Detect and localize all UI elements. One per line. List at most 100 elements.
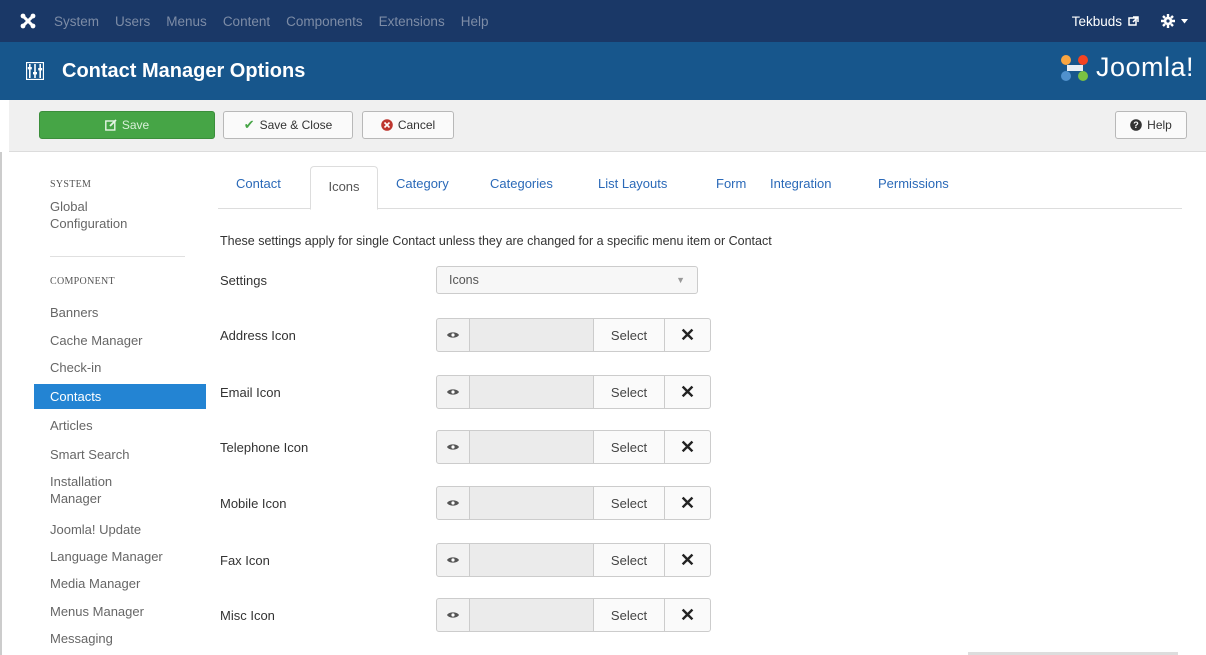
external-link-icon bbox=[1128, 15, 1139, 26]
eye-icon[interactable] bbox=[436, 598, 470, 632]
user-menu-toggle[interactable] bbox=[1161, 14, 1188, 28]
sidebar-item-joomla-update[interactable]: Joomla! Update bbox=[50, 521, 141, 538]
address-icon-clear-button[interactable]: ✕ bbox=[664, 318, 711, 352]
menu-content[interactable]: Content bbox=[215, 14, 278, 29]
joomla-logo-icon[interactable] bbox=[10, 0, 46, 42]
address-icon-label: Address Icon bbox=[220, 328, 296, 343]
tab-icons[interactable]: Icons bbox=[310, 166, 378, 210]
fax-icon-input[interactable] bbox=[469, 543, 594, 577]
sidebar: SYSTEM Global Configuration COMPONENT Ba… bbox=[0, 152, 206, 655]
sidebar-item-cache-manager[interactable]: Cache Manager bbox=[50, 332, 143, 349]
sidebar-item-articles[interactable]: Articles bbox=[50, 417, 93, 434]
sidebar-item-banners[interactable]: Banners bbox=[50, 304, 98, 321]
fax-icon-clear-button[interactable]: ✕ bbox=[664, 543, 711, 577]
misc-icon-label: Misc Icon bbox=[220, 608, 275, 623]
email-icon-select-button[interactable]: Select bbox=[593, 375, 665, 409]
eye-icon[interactable] bbox=[436, 486, 470, 520]
sidebar-item-check-in[interactable]: Check-in bbox=[50, 359, 101, 376]
settings-select[interactable]: Icons ▼ bbox=[436, 266, 698, 294]
tab-description: These settings apply for single Contact … bbox=[220, 234, 772, 248]
help-label: Help bbox=[1147, 118, 1172, 132]
eye-icon[interactable] bbox=[436, 430, 470, 464]
mobile-icon-label: Mobile Icon bbox=[220, 496, 287, 511]
chevron-down-icon: ▼ bbox=[676, 275, 685, 285]
tab-permissions[interactable]: Permissions bbox=[878, 176, 949, 191]
site-link[interactable]: Tekbuds bbox=[1072, 14, 1139, 29]
address-icon-field: Select ✕ bbox=[436, 318, 711, 352]
options-tabs: Contact Icons Category Categories List L… bbox=[218, 166, 1182, 210]
menu-components[interactable]: Components bbox=[278, 14, 371, 29]
help-button[interactable]: ? Help bbox=[1115, 111, 1187, 139]
gear-icon bbox=[1161, 14, 1175, 28]
toolbar: Save ✔ Save & Close Cancel ? Help bbox=[9, 100, 1206, 152]
equalizer-icon bbox=[26, 61, 48, 81]
sidebar-heading-component: COMPONENT bbox=[50, 276, 115, 287]
telephone-icon-field: Select ✕ bbox=[436, 430, 711, 464]
email-icon-input[interactable] bbox=[469, 375, 594, 409]
cancel-button[interactable]: Cancel bbox=[362, 111, 454, 139]
sidebar-item-label: Configuration bbox=[50, 216, 128, 231]
joomla-brand-icon bbox=[1060, 54, 1088, 81]
top-navbar: System Users Menus Content Components Ex… bbox=[0, 0, 1206, 42]
fax-icon-select-button[interactable]: Select bbox=[593, 543, 665, 577]
misc-icon-select-button[interactable]: Select bbox=[593, 598, 665, 632]
svg-text:?: ? bbox=[1133, 120, 1139, 130]
eye-icon[interactable] bbox=[436, 318, 470, 352]
eye-icon[interactable] bbox=[436, 375, 470, 409]
fax-icon-field: Select ✕ bbox=[436, 543, 711, 577]
site-name: Tekbuds bbox=[1071, 13, 1122, 29]
sidebar-item-contacts[interactable]: Contacts bbox=[34, 384, 206, 409]
eye-icon[interactable] bbox=[436, 543, 470, 577]
menu-extensions[interactable]: Extensions bbox=[371, 14, 453, 29]
misc-icon-field: Select ✕ bbox=[436, 598, 711, 632]
sidebar-divider bbox=[50, 256, 185, 257]
email-icon-clear-button[interactable]: ✕ bbox=[664, 375, 711, 409]
email-icon-label: Email Icon bbox=[220, 385, 281, 400]
save-close-button[interactable]: ✔ Save & Close bbox=[223, 111, 353, 139]
telephone-icon-select-button[interactable]: Select bbox=[593, 430, 665, 464]
sidebar-item-global-configuration[interactable]: Global Configuration bbox=[50, 198, 127, 232]
sidebar-item-media-manager[interactable]: Media Manager bbox=[50, 575, 140, 592]
menu-system[interactable]: System bbox=[46, 14, 107, 29]
mobile-icon-clear-button[interactable]: ✕ bbox=[664, 486, 711, 520]
tab-integration[interactable]: Integration bbox=[770, 176, 831, 191]
mobile-icon-select-button[interactable]: Select bbox=[593, 486, 665, 520]
joomla-brand-text: Joomla! bbox=[1095, 52, 1194, 82]
menu-menus[interactable]: Menus bbox=[158, 14, 215, 29]
nav-right: Tekbuds bbox=[1072, 0, 1188, 42]
question-circle-icon: ? bbox=[1130, 119, 1142, 131]
telephone-icon-clear-button[interactable]: ✕ bbox=[664, 430, 711, 464]
telephone-icon-label: Telephone Icon bbox=[220, 440, 309, 455]
misc-icon-input[interactable] bbox=[469, 598, 594, 632]
page-title: Contact Manager Options bbox=[62, 59, 306, 82]
tab-category[interactable]: Category bbox=[396, 176, 449, 191]
menu-users[interactable]: Users bbox=[107, 14, 158, 29]
cancel-label: Cancel bbox=[397, 118, 436, 132]
address-icon-input[interactable] bbox=[469, 318, 594, 352]
tab-list-layouts[interactable]: List Layouts bbox=[598, 176, 667, 191]
cancel-icon bbox=[381, 119, 393, 131]
caret-down-icon bbox=[1181, 18, 1188, 23]
mobile-icon-field: Select ✕ bbox=[436, 486, 711, 520]
sidebar-item-menus-manager[interactable]: Menus Manager bbox=[50, 603, 144, 620]
menu-help[interactable]: Help bbox=[453, 14, 497, 29]
telephone-icon-input[interactable] bbox=[469, 430, 594, 464]
sidebar-item-smart-search[interactable]: Smart Search bbox=[50, 446, 129, 463]
tab-categories[interactable]: Categories bbox=[490, 176, 553, 191]
sidebar-item-installation-manager[interactable]: Installation Manager bbox=[50, 473, 150, 507]
settings-select-value: Icons bbox=[449, 273, 479, 287]
sidebar-item-messaging[interactable]: Messaging bbox=[50, 630, 113, 647]
save-button[interactable]: Save bbox=[39, 111, 215, 139]
main-menu: System Users Menus Content Components Ex… bbox=[46, 0, 496, 42]
tab-contact[interactable]: Contact bbox=[236, 176, 281, 191]
sidebar-item-language-manager[interactable]: Language Manager bbox=[50, 548, 163, 565]
save-label: Save bbox=[121, 118, 150, 132]
mobile-icon-input[interactable] bbox=[469, 486, 594, 520]
tab-form[interactable]: Form bbox=[716, 176, 746, 191]
address-icon-select-button[interactable]: Select bbox=[593, 318, 665, 352]
check-icon: ✔ bbox=[243, 117, 255, 132]
edit-icon bbox=[104, 119, 117, 131]
save-close-label: Save & Close bbox=[259, 118, 333, 132]
email-icon-field: Select ✕ bbox=[436, 375, 711, 409]
misc-icon-clear-button[interactable]: ✕ bbox=[664, 598, 711, 632]
